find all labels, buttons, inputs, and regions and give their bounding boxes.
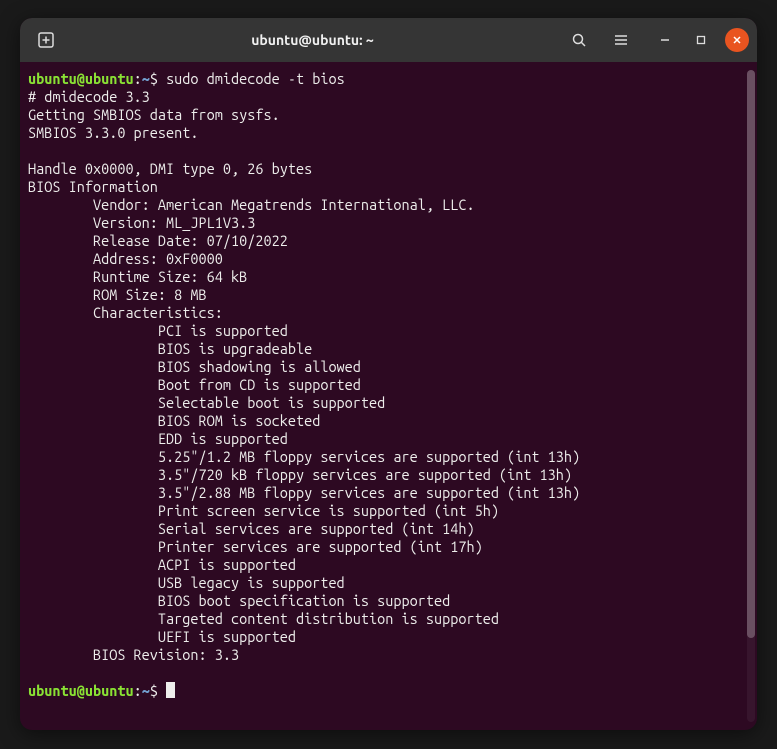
output-line: ROM Size: 8 MB bbox=[28, 286, 753, 304]
command-text: sudo dmidecode -t bios bbox=[166, 70, 345, 87]
cwd: ~ bbox=[142, 70, 150, 87]
close-icon bbox=[732, 35, 742, 45]
hamburger-icon bbox=[613, 32, 629, 48]
output-line: Handle 0x0000, DMI type 0, 26 bytes bbox=[28, 160, 753, 178]
output-line: Print screen service is supported (int 5… bbox=[28, 502, 753, 520]
output-line: ACPI is supported bbox=[28, 556, 753, 574]
prompt-symbol: $ bbox=[150, 682, 158, 699]
output-line: BIOS Revision: 3.3 bbox=[28, 646, 753, 664]
output-line: Release Date: 07/10/2022 bbox=[28, 232, 753, 250]
output-line: Serial services are supported (int 14h) bbox=[28, 520, 753, 538]
output-line: USB legacy is supported bbox=[28, 574, 753, 592]
output-line: BIOS ROM is socketed bbox=[28, 412, 753, 430]
output-blank bbox=[28, 664, 753, 682]
output-line: BIOS boot specification is supported bbox=[28, 592, 753, 610]
user-host: ubuntu@ubuntu bbox=[28, 682, 134, 699]
prompt-line: ubuntu@ubuntu:~$ bbox=[28, 682, 753, 700]
output-line: Characteristics: bbox=[28, 304, 753, 322]
terminal-window: ubuntu@ubuntu: ~ bbox=[20, 18, 757, 730]
prompt-symbol: $ bbox=[150, 70, 158, 87]
maximize-button[interactable] bbox=[689, 28, 713, 52]
new-tab-icon bbox=[37, 31, 55, 49]
prompt-line: ubuntu@ubuntu:~$ sudo dmidecode -t bios bbox=[28, 70, 753, 88]
output-line: Printer services are supported (int 17h) bbox=[28, 538, 753, 556]
cwd: ~ bbox=[142, 682, 150, 699]
output-line: 3.5"/2.88 MB floppy services are support… bbox=[28, 484, 753, 502]
output-line: UEFI is supported bbox=[28, 628, 753, 646]
minimize-button[interactable] bbox=[653, 28, 677, 52]
window-controls bbox=[653, 28, 749, 52]
search-icon bbox=[571, 32, 587, 48]
maximize-icon bbox=[696, 35, 706, 45]
output-line: BIOS Information bbox=[28, 178, 753, 196]
search-button[interactable] bbox=[561, 24, 597, 56]
output-line: Targeted content distribution is support… bbox=[28, 610, 753, 628]
scrollbar-thumb[interactable] bbox=[747, 70, 755, 638]
output-blank bbox=[28, 142, 753, 160]
close-button[interactable] bbox=[725, 28, 749, 52]
bios-fields: Vendor: American Megatrends Internationa… bbox=[28, 196, 753, 322]
output-line: EDD is supported bbox=[28, 430, 753, 448]
output-line: SMBIOS 3.3.0 present. bbox=[28, 124, 753, 142]
output-line: Address: 0xF0000 bbox=[28, 250, 753, 268]
menu-button[interactable] bbox=[603, 24, 639, 56]
output-line: Vendor: American Megatrends Internationa… bbox=[28, 196, 753, 214]
window-title: ubuntu@ubuntu: ~ bbox=[70, 32, 555, 48]
output-line: BIOS shadowing is allowed bbox=[28, 358, 753, 376]
output-line: PCI is supported bbox=[28, 322, 753, 340]
output-line: Boot from CD is supported bbox=[28, 376, 753, 394]
output-line: # dmidecode 3.3 bbox=[28, 88, 753, 106]
output-line: Selectable boot is supported bbox=[28, 394, 753, 412]
titlebar: ubuntu@ubuntu: ~ bbox=[20, 18, 757, 62]
user-host: ubuntu@ubuntu bbox=[28, 70, 134, 87]
new-tab-button[interactable] bbox=[28, 24, 64, 56]
cursor bbox=[166, 682, 175, 698]
output-line: Version: ML_JPL1V3.3 bbox=[28, 214, 753, 232]
output-line: Runtime Size: 64 kB bbox=[28, 268, 753, 286]
output-line: 3.5"/720 kB floppy services are supporte… bbox=[28, 466, 753, 484]
minimize-icon bbox=[660, 35, 670, 45]
output-line: 5.25"/1.2 MB floppy services are support… bbox=[28, 448, 753, 466]
terminal-body[interactable]: ubuntu@ubuntu:~$ sudo dmidecode -t bios … bbox=[20, 62, 757, 730]
output-line: BIOS is upgradeable bbox=[28, 340, 753, 358]
bios-characteristics: PCI is supported BIOS is upgradeable BIO… bbox=[28, 322, 753, 646]
output-line: Getting SMBIOS data from sysfs. bbox=[28, 106, 753, 124]
